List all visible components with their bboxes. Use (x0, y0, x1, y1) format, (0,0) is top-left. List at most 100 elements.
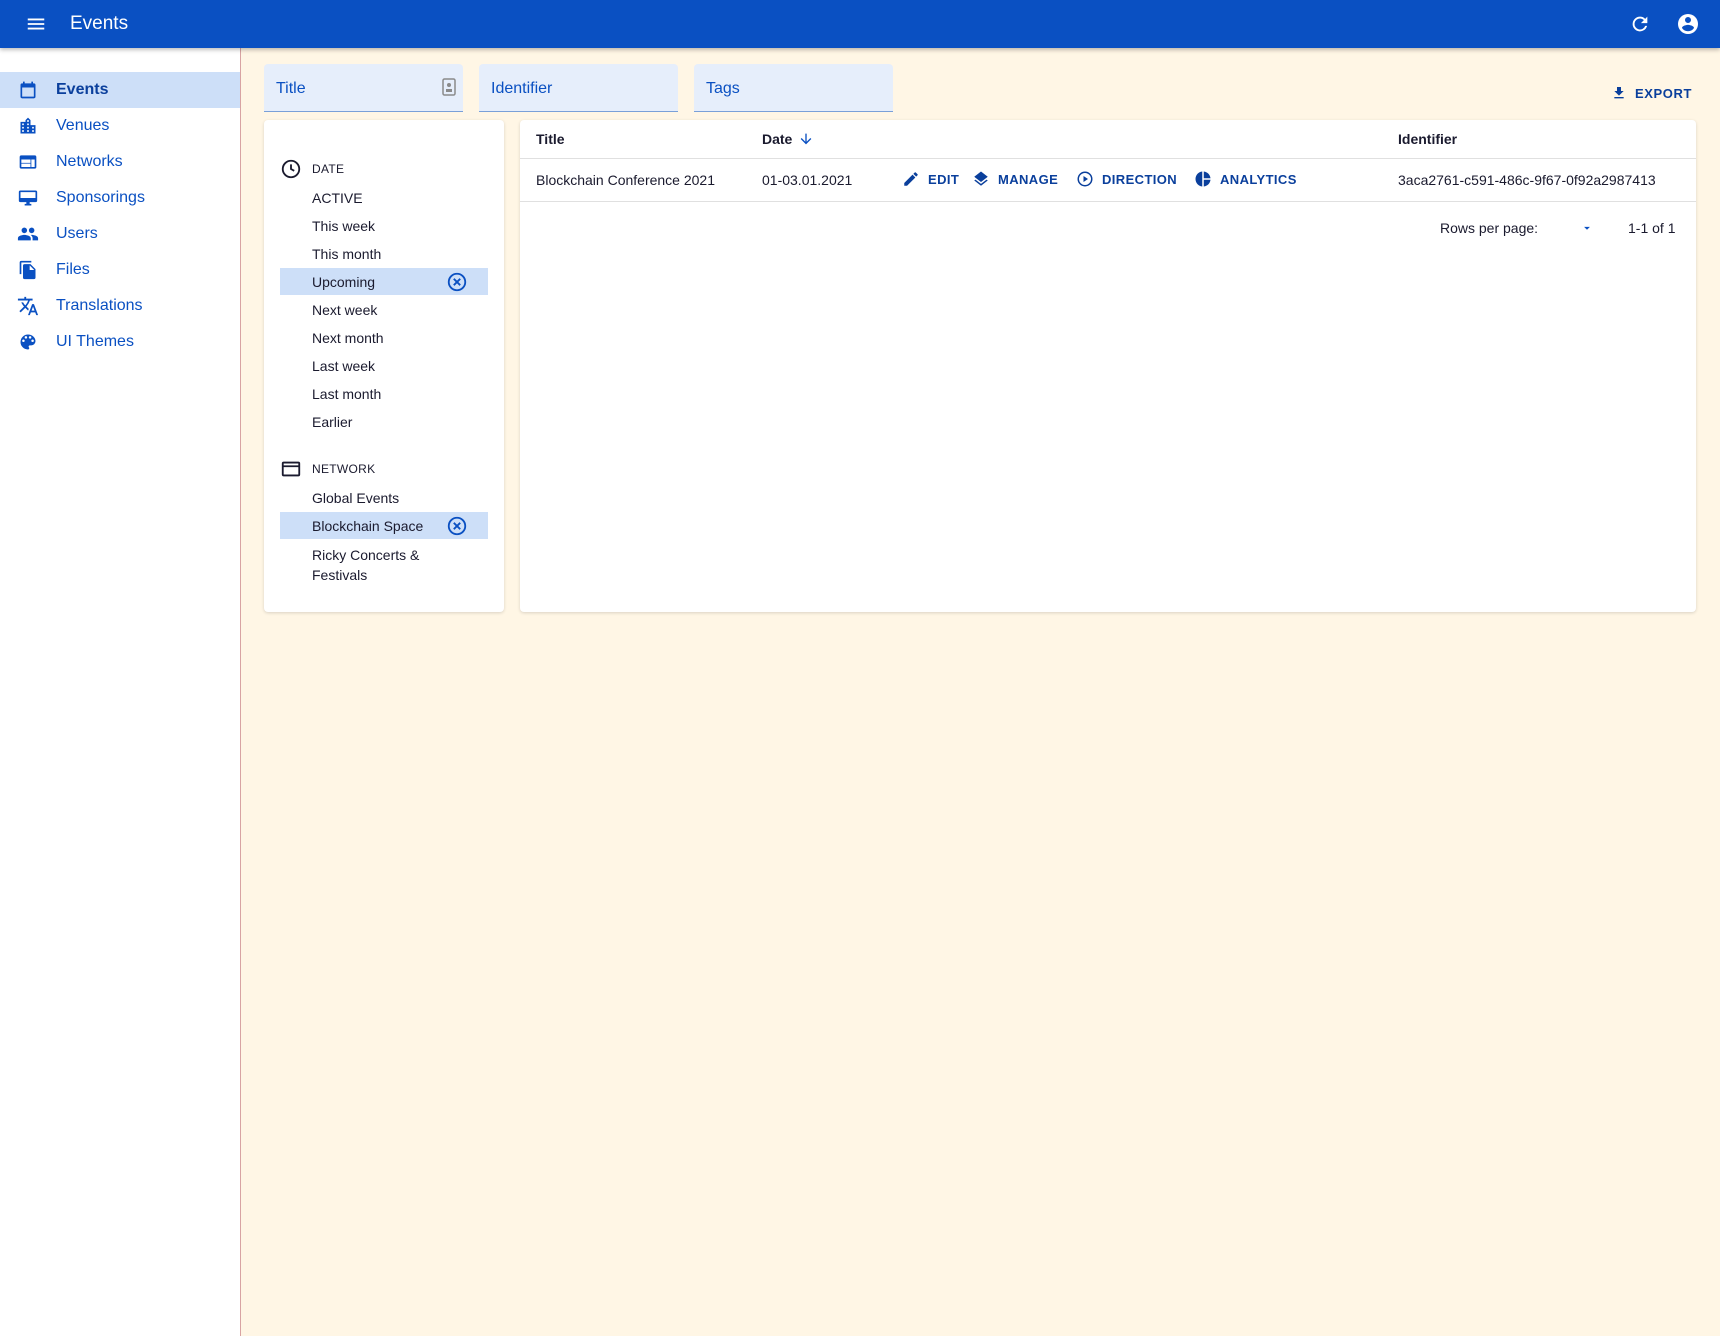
date-option-earlier[interactable]: Earlier (280, 408, 488, 435)
contact-card-icon[interactable] (441, 78, 457, 101)
sidebar-item-label: Users (56, 225, 98, 242)
option-label: This month (312, 245, 382, 262)
identifier-filter-field[interactable]: Identifier (479, 64, 678, 112)
manage-button[interactable]: MANAGE (972, 170, 1058, 188)
tags-filter-field[interactable]: Tags (694, 64, 893, 112)
title-filter-field[interactable]: Title (264, 64, 463, 112)
events-table: Title Date Identifier Blockchain Confere… (520, 120, 1696, 612)
column-header-title[interactable]: Title (536, 131, 565, 147)
web-window-icon (17, 151, 39, 173)
option-label: Global Events (312, 489, 400, 506)
network-option-ricky-concerts[interactable]: Ricky Concerts & Festivals (280, 544, 460, 586)
direction-label: DIRECTION (1102, 171, 1178, 187)
files-icon (17, 259, 39, 281)
title-filter-label: Title (276, 80, 306, 97)
sidebar-item-networks[interactable]: Networks (0, 144, 240, 180)
sidebar-item-venues[interactable]: Venues (0, 108, 240, 144)
direction-button[interactable]: DIRECTION (1076, 170, 1177, 188)
filter-panel: DATE ACTIVE This week This month Upcomin… (264, 120, 504, 612)
pencil-icon (904, 172, 918, 186)
sidebar-item-label: UI Themes (56, 333, 134, 350)
web-window-icon (281, 461, 301, 477)
translate-icon (17, 295, 39, 317)
network-option-blockchain-space[interactable]: Blockchain Space (280, 512, 488, 539)
column-header-identifier[interactable]: Identifier (1398, 131, 1457, 147)
sidebar-item-label: Networks (56, 153, 123, 170)
date-option-this-week[interactable]: This week (280, 212, 488, 239)
palette-icon (17, 331, 39, 353)
date-option-active[interactable]: ACTIVE (280, 184, 488, 211)
account-circle-icon (1678, 14, 1698, 34)
analytics-label: ANALYTICS (1220, 171, 1297, 187)
date-section-heading: DATE (280, 158, 344, 180)
rows-per-page-label: Rows per page: (1440, 220, 1539, 236)
layers-icon (974, 171, 988, 186)
billboard-icon (17, 187, 39, 209)
sidebar-item-ui-themes[interactable]: UI Themes (0, 324, 240, 360)
date-option-next-month[interactable]: Next month (280, 324, 488, 351)
network-heading-label: NETWORK (312, 462, 376, 476)
rows-per-page-select[interactable] (1570, 216, 1604, 240)
edit-label: EDIT (928, 171, 960, 187)
calendar-icon (17, 79, 39, 101)
arrow-down-icon (801, 133, 812, 145)
manage-label: MANAGE (998, 171, 1059, 187)
identifier-filter-label: Identifier (491, 80, 553, 97)
option-label: Earlier (312, 413, 353, 430)
export-button[interactable]: EXPORT (1611, 84, 1692, 102)
tags-filter-label: Tags (706, 80, 740, 97)
menu-button[interactable] (18, 6, 54, 42)
date-heading-label: DATE (312, 162, 345, 176)
sidebar-item-events[interactable]: Events (0, 72, 240, 108)
app-bar: Events (0, 0, 1720, 48)
sidebar: Events Venues Networks Sponsorings Users… (0, 48, 241, 1336)
analytics-button[interactable]: ANALYTICS (1194, 170, 1297, 188)
column-header-label: Date (762, 131, 793, 147)
option-label: This week (312, 217, 376, 234)
export-label: EXPORT (1634, 85, 1692, 101)
cell-identifier: 3aca2761-c591-486c-9f67-0f92a2987413 (1398, 172, 1656, 188)
sidebar-item-label: Events (56, 81, 109, 98)
option-label: Last week (312, 357, 376, 374)
clear-circle-icon[interactable] (446, 515, 468, 537)
date-option-last-month[interactable]: Last month (280, 380, 488, 407)
sidebar-item-users[interactable]: Users (0, 216, 240, 252)
sidebar-item-sponsorings[interactable]: Sponsorings (0, 180, 240, 216)
edit-button[interactable]: EDIT (902, 170, 959, 188)
pagination-range: 1-1 of 1 (1628, 220, 1676, 236)
refresh-button[interactable] (1620, 4, 1660, 44)
download-icon (1614, 87, 1624, 99)
cell-title: Blockchain Conference 2021 (536, 172, 716, 188)
page-title: Events (70, 13, 129, 34)
option-label: Last month (312, 385, 382, 402)
clear-circle-icon[interactable] (446, 271, 468, 293)
caret-down-icon (1584, 226, 1590, 230)
people-icon (17, 223, 39, 245)
header-divider (520, 158, 1696, 159)
option-label: ACTIVE (312, 189, 363, 206)
date-option-last-week[interactable]: Last week (280, 352, 488, 379)
option-label: Blockchain Space (312, 517, 424, 534)
menu-icon (27, 18, 45, 30)
building-icon (17, 115, 39, 137)
account-button[interactable] (1668, 4, 1708, 44)
option-label: Upcoming (312, 273, 376, 290)
date-option-upcoming[interactable]: Upcoming (280, 268, 488, 295)
date-option-next-week[interactable]: Next week (280, 296, 488, 323)
sidebar-item-label: Files (56, 261, 90, 278)
sidebar-item-translations[interactable]: Translations (0, 288, 240, 324)
date-option-this-month[interactable]: This month (280, 240, 488, 267)
column-header-date[interactable]: Date (762, 131, 814, 147)
sidebar-item-label: Venues (56, 117, 110, 134)
sidebar-item-files[interactable]: Files (0, 252, 240, 288)
column-header-label: Identifier (1398, 131, 1458, 147)
clock-icon (281, 159, 301, 179)
network-option-global-events[interactable]: Global Events (280, 484, 488, 511)
network-section-heading: NETWORK (280, 458, 375, 480)
pie-chart-icon (1195, 171, 1211, 187)
option-label: Next week (312, 301, 378, 318)
cell-date: 01-03.01.2021 (762, 172, 853, 188)
refresh-icon (1632, 16, 1648, 32)
sidebar-item-label: Sponsorings (56, 189, 145, 206)
column-header-label: Title (536, 131, 565, 147)
